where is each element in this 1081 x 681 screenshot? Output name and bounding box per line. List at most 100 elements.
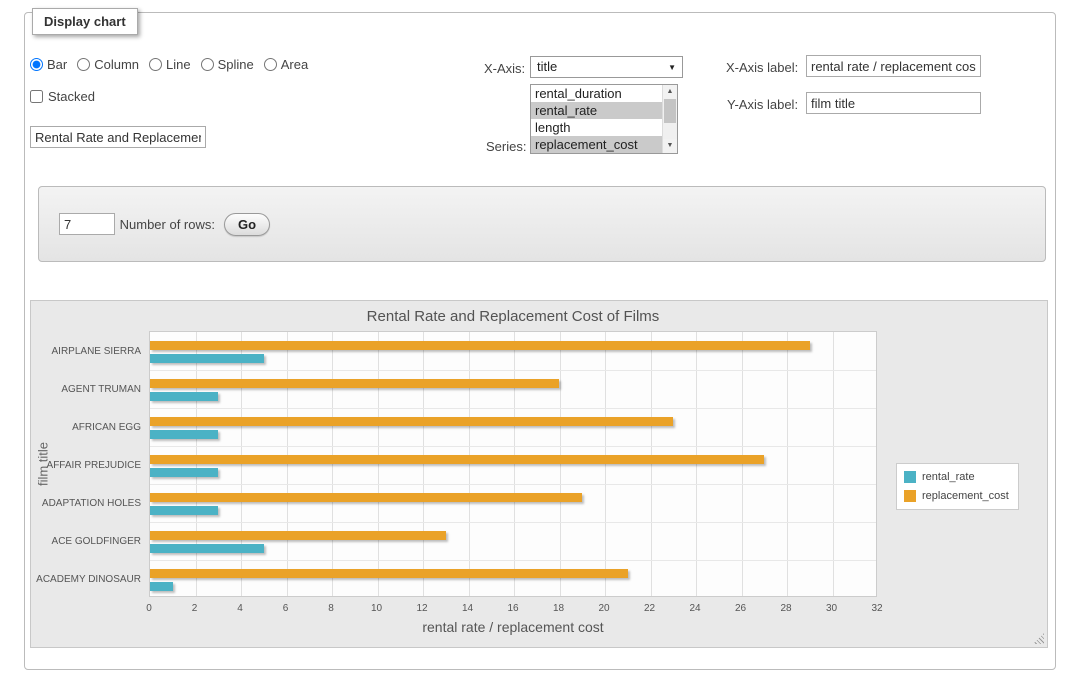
chart-type-option-area[interactable]: Area [264,57,308,72]
chart-type-text: Bar [47,57,67,72]
bar-replacement_cost [150,455,764,464]
chart-type-radios: Bar Column Line Spline Area [30,57,308,72]
bar-rental_rate [150,430,218,439]
legend-entry: replacement_cost [904,490,1009,502]
h-gridline [150,370,876,371]
x-axis-selected-value: title [537,59,557,74]
x-tick-label: 2 [183,603,207,614]
chart-type-text: Line [166,57,191,72]
v-gridline [651,332,652,596]
v-gridline [196,332,197,596]
h-gridline [150,560,876,561]
chart-type-radio-spline[interactable] [201,58,214,71]
series-listbox[interactable]: rental_durationrental_ratelengthreplacem… [530,84,678,154]
num-rows-input[interactable] [59,213,115,235]
chart-title: Rental Rate and Replacement Cost of Film… [149,308,877,325]
y-axis-label-label: Y-Axis label: [727,97,798,112]
category-label: AIRPLANE SIERRA [31,346,143,357]
resize-handle-icon[interactable] [1033,633,1044,644]
category-labels: AIRPLANE SIERRAAGENT TRUMANAFRICAN EGGAF… [31,331,143,597]
x-tick-label: 32 [865,603,889,614]
scroll-down-icon[interactable]: ▼ [663,139,677,153]
chart-type-text: Spline [218,57,254,72]
bar-replacement_cost [150,379,559,388]
series-option-replacement_cost[interactable]: replacement_cost [531,136,662,153]
scroll-up-icon[interactable]: ▲ [663,85,677,99]
v-gridline [469,332,470,596]
x-tick-label: 18 [547,603,571,614]
chart-type-radio-column[interactable] [77,58,90,71]
bar-replacement_cost [150,493,582,502]
dropdown-arrow-icon: ▼ [668,58,676,78]
x-tick-label: 6 [274,603,298,614]
bar-replacement_cost [150,417,673,426]
category-label: ADAPTATION HOLES [31,498,143,509]
display-chart-page: Display chart BarColumnLineSplineArea St… [0,0,1081,681]
x-axis-select-label: X-Axis: [484,61,525,76]
bar-rental_rate [150,544,264,553]
chart-title-input[interactable] [30,126,206,148]
series-option-length[interactable]: length [531,119,662,136]
v-gridline [560,332,561,596]
chart-type-radio-area[interactable] [264,58,277,71]
bar-replacement_cost [150,569,628,578]
x-tick-label: 12 [410,603,434,614]
chart-type-option-bar[interactable]: Bar [30,57,67,72]
v-gridline [378,332,379,596]
x-axis-label-input[interactable] [806,55,981,77]
series-option-rental_rate[interactable]: rental_rate [531,102,662,119]
chart-type-option-line[interactable]: Line [149,57,191,72]
category-label: AFRICAN EGG [31,422,143,433]
stacked-checkbox[interactable] [30,90,43,103]
v-gridline [241,332,242,596]
bar-rental_rate [150,468,218,477]
chart-type-radio-line[interactable] [149,58,162,71]
chart-type-option-spline[interactable]: Spline [201,57,254,72]
bar-replacement_cost [150,531,446,540]
series-option-rental_duration[interactable]: rental_duration [531,85,662,102]
x-tick-label: 22 [638,603,662,614]
rows-fieldset: Start row: Number of rows: Go [38,186,1046,262]
chart-legend: rental_rate replacement_cost [896,463,1019,510]
h-gridline [150,484,876,485]
h-gridline [150,446,876,447]
x-tick-label: 16 [501,603,525,614]
chart-type-option-column[interactable]: Column [77,57,139,72]
v-gridline [696,332,697,596]
series-scrollbar[interactable]: ▲ ▼ [662,85,677,153]
legend-label: replacement_cost [922,490,1009,502]
legend-swatch [904,471,916,483]
x-axis-select[interactable]: title ▼ [530,56,683,78]
chart-type-radio-bar[interactable] [30,58,43,71]
h-gridline [150,522,876,523]
category-label: ACE GOLDFINGER [31,536,143,547]
legend-label: rental_rate [922,471,975,483]
v-gridline [787,332,788,596]
scrollbar-thumb[interactable] [664,99,676,123]
category-label: AGENT TRUMAN [31,384,143,395]
go-button[interactable]: Go [224,213,270,236]
x-tick-label: 20 [592,603,616,614]
x-tick-label: 10 [365,603,389,614]
chart-type-text: Column [94,57,139,72]
v-gridline [423,332,424,596]
x-tick-label: 26 [729,603,753,614]
x-tick-label: 30 [820,603,844,614]
series-select-label: Series: [486,139,526,154]
x-axis-label-label: X-Axis label: [726,60,798,75]
stacked-option[interactable]: Stacked [30,89,95,104]
bar-rental_rate [150,354,264,363]
v-gridline [605,332,606,596]
legend-entry: rental_rate [904,471,1009,483]
x-tick-label: 14 [456,603,480,614]
num-rows-label: Number of rows: [120,217,215,232]
chart-type-text: Area [281,57,308,72]
x-tick-label: 8 [319,603,343,614]
y-axis-label-input[interactable] [806,92,981,114]
bar-replacement_cost [150,341,810,350]
category-label: ACADEMY DINOSAUR [31,574,143,585]
h-gridline [150,408,876,409]
bar-rental_rate [150,582,173,591]
legend-swatch [904,490,916,502]
x-tick-label: 28 [774,603,798,614]
